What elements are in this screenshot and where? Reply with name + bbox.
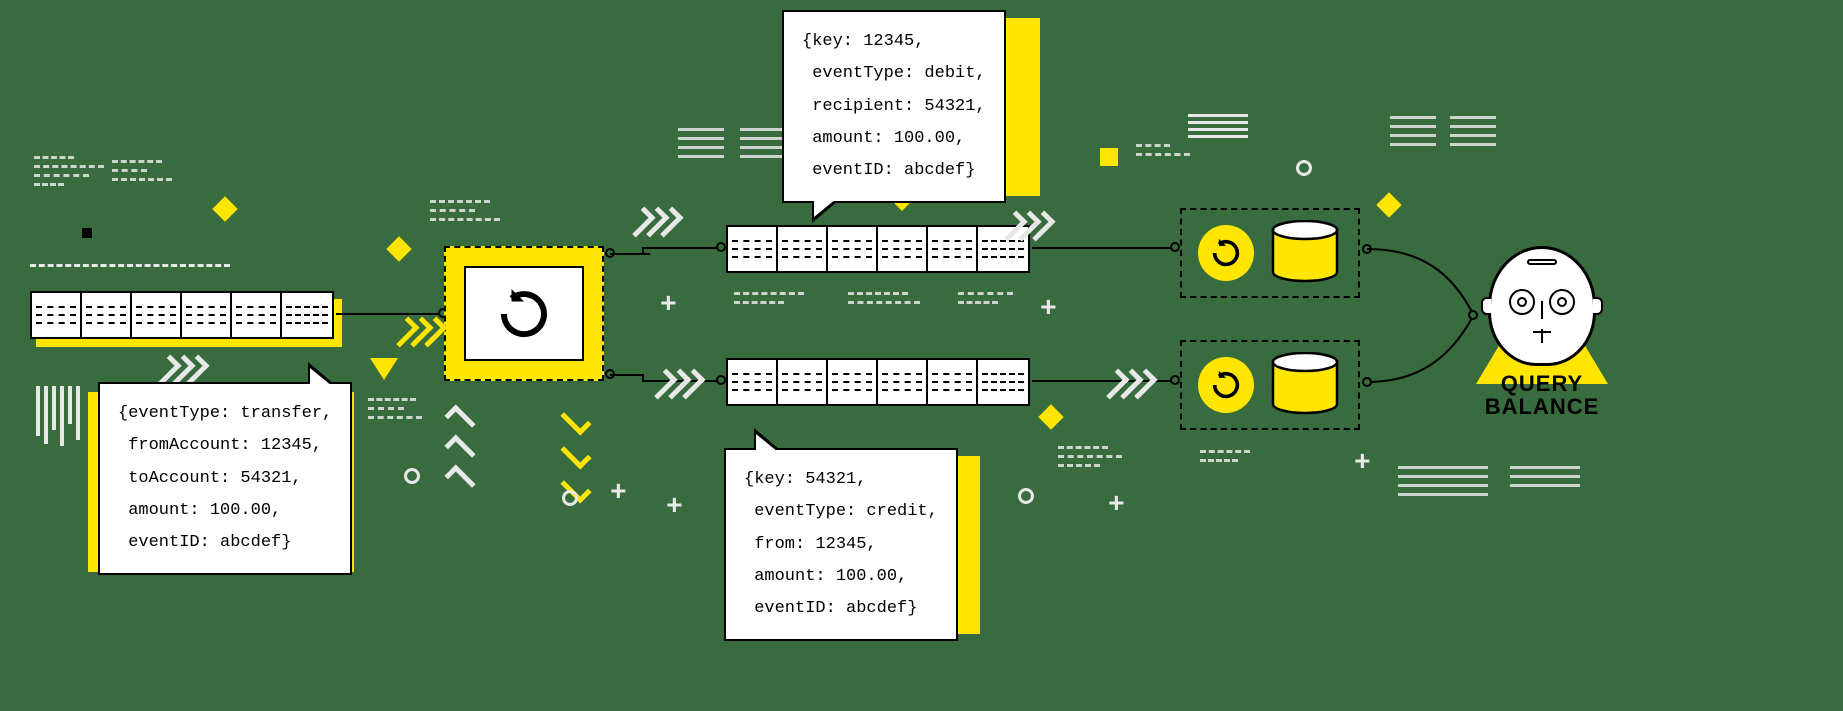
circle-icon bbox=[404, 468, 420, 484]
decoration bbox=[1058, 446, 1122, 467]
chevron-right-icon bbox=[1108, 370, 1150, 398]
decoration bbox=[958, 292, 1013, 304]
decoration bbox=[368, 398, 422, 419]
robot-label-1: QUERY bbox=[1485, 372, 1600, 395]
decoration bbox=[34, 156, 104, 186]
chevron-right-icon bbox=[398, 318, 440, 346]
decoration bbox=[370, 358, 398, 380]
decoration bbox=[1390, 116, 1496, 146]
db-node-bottom bbox=[1180, 340, 1360, 430]
decoration bbox=[112, 160, 172, 181]
plus-icon: + bbox=[1354, 448, 1371, 479]
decoration bbox=[1136, 144, 1190, 156]
chevron-right-icon bbox=[160, 356, 202, 384]
merge-wire bbox=[1362, 244, 1482, 394]
plus-icon: + bbox=[660, 290, 677, 321]
circle-icon bbox=[562, 490, 578, 506]
decoration bbox=[734, 292, 804, 304]
decoration bbox=[30, 264, 230, 267]
plus-icon: + bbox=[1108, 490, 1125, 521]
decoration bbox=[82, 228, 92, 238]
plus-icon: + bbox=[1040, 294, 1057, 325]
decoration bbox=[848, 292, 920, 304]
decoration bbox=[1510, 466, 1580, 487]
decoration bbox=[1398, 466, 1488, 496]
robot-label-2: BALANCE bbox=[1485, 395, 1600, 418]
decoration bbox=[1200, 450, 1250, 462]
query-agent: QUERY BALANCE bbox=[1476, 246, 1608, 418]
database-icon bbox=[1268, 220, 1342, 286]
decoration bbox=[1038, 404, 1063, 429]
credit-queue bbox=[726, 358, 1030, 406]
chevron-up-icon bbox=[454, 406, 468, 494]
chevron-down-icon bbox=[570, 406, 584, 502]
database-icon bbox=[1268, 352, 1342, 418]
decoration bbox=[1376, 192, 1401, 217]
input-event-bubble: {eventType: transfer, fromAccount: 12345… bbox=[98, 382, 352, 575]
input-queue bbox=[30, 291, 334, 339]
plus-icon: + bbox=[610, 478, 627, 509]
decoration bbox=[386, 236, 411, 261]
decoration bbox=[36, 386, 80, 446]
replay-icon bbox=[1209, 236, 1243, 270]
debit-queue bbox=[726, 225, 1030, 273]
plus-icon: + bbox=[666, 492, 683, 523]
chevron-right-icon bbox=[1006, 212, 1048, 240]
credit-event-bubble: {key: 54321, eventType: credit, from: 12… bbox=[724, 448, 958, 641]
replay-icon bbox=[494, 284, 554, 344]
processor bbox=[444, 246, 604, 381]
decoration bbox=[430, 200, 500, 221]
replay-icon bbox=[1209, 368, 1243, 402]
decoration bbox=[212, 196, 237, 221]
chevron-right-icon bbox=[634, 208, 676, 236]
decoration bbox=[678, 128, 786, 158]
decoration bbox=[1100, 148, 1118, 166]
decoration bbox=[1188, 114, 1248, 138]
debit-event-bubble: {key: 12345, eventType: debit, recipient… bbox=[782, 10, 1006, 203]
circle-icon bbox=[1018, 488, 1034, 504]
chevron-right-icon bbox=[656, 370, 698, 398]
db-node-top bbox=[1180, 208, 1360, 298]
circle-icon bbox=[1296, 160, 1312, 176]
